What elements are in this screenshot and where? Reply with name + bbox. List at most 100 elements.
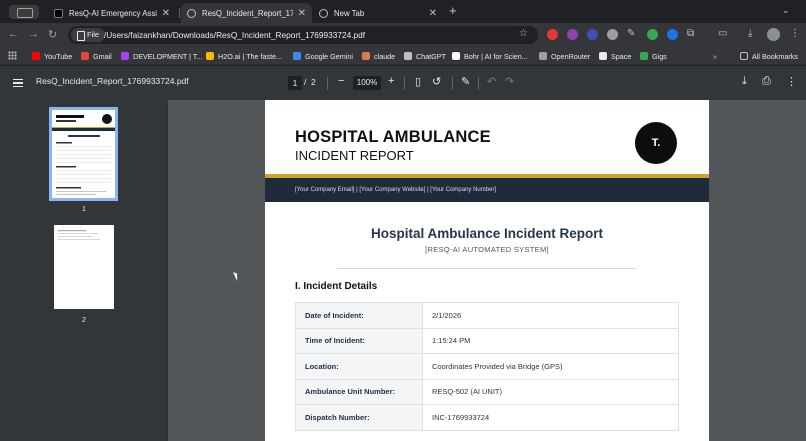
bookmark-label: Bohr | AI for Scien... [464, 51, 528, 61]
detail-label: Dispatch Number: [295, 404, 423, 431]
detail-label: Time of Incident: [295, 327, 423, 354]
bookmark-favicon-icon [362, 52, 370, 60]
detail-value: INC-1769933724 [422, 404, 679, 431]
detail-label: Ambulance Unit Number: [295, 378, 423, 405]
bookmark-label: OpenRouter [551, 51, 591, 61]
address-bar[interactable]: File /Users/faizankhan/Downloads/ResQ_In… [68, 26, 538, 44]
bookmark-label: DEVELOPMENT | T... [133, 51, 203, 61]
back-arrow-icon[interactable]: ← [8, 28, 19, 40]
report-header-title: HOSPITAL AMBULANCE [295, 128, 491, 146]
detail-value: 2/1/2026 [422, 302, 679, 329]
close-icon[interactable]: ✕ [162, 8, 170, 19]
print-icon[interactable]: ⎙ [762, 75, 771, 88]
close-icon[interactable]: ✕ [429, 8, 437, 19]
menu-dots-icon[interactable]: ⋮ [790, 28, 800, 39]
bookmark-label: Google Gemini [305, 51, 353, 61]
file-chip[interactable]: File [71, 28, 106, 42]
reload-icon[interactable]: ↻ [48, 28, 57, 41]
extension-red-icon[interactable] [547, 29, 558, 40]
zoom-out-button[interactable]: − [338, 75, 344, 87]
section-heading: I. Incident Details [295, 281, 378, 292]
tab-search-button[interactable] [9, 5, 39, 19]
bookmark-item[interactable]: claude [362, 50, 395, 62]
all-bookmarks-label: All Bookmarks [752, 51, 798, 61]
bookmark-item[interactable]: Bohr | AI for Scien... [452, 50, 528, 62]
incident-details-table: Date of Incident: 2/1/2026 Time of Inciden… [295, 302, 679, 431]
more-bookmarks-icon[interactable]: » [713, 50, 717, 62]
avatar[interactable] [767, 28, 780, 41]
bookmark-item[interactable]: Gmail [81, 50, 112, 62]
extension-blue2-icon[interactable] [667, 29, 678, 40]
extension-grey-icon[interactable] [607, 29, 618, 40]
bookmark-favicon-icon [640, 52, 648, 60]
folder-icon [740, 52, 748, 60]
tab-title: New Tab [334, 8, 365, 18]
bookmark-favicon-icon [206, 52, 214, 60]
menu-icon[interactable] [13, 79, 23, 87]
bookmark-item[interactable]: H2O.ai | The faste... [206, 50, 282, 62]
page-number-input[interactable]: 1 [288, 76, 302, 90]
bookmark-label: Gigs [652, 51, 667, 61]
extension-purple-icon[interactable] [567, 29, 578, 40]
extension-blue-icon[interactable] [587, 29, 598, 40]
fit-page-icon[interactable]: ▯ [415, 75, 421, 88]
pdf-file-title: ResQ_Incident_Report_1769933724.pdf [36, 76, 189, 86]
thumbnail-page-number: 1 [81, 204, 87, 213]
bookmark-favicon-icon [81, 52, 89, 60]
thumbnail-sidebar: 1 2 [0, 100, 168, 441]
all-bookmarks[interactable]: All Bookmarks [740, 50, 798, 62]
resq-favicon [54, 8, 63, 18]
extension-green-icon[interactable] [647, 29, 658, 40]
bookmark-item[interactable]: OpenRouter [539, 50, 590, 62]
detail-label: Date of Incident: [295, 302, 423, 329]
bookmark-item[interactable]: Space [599, 50, 631, 62]
bookmark-label: ChatGPT [416, 51, 446, 61]
detail-value: 1:15:24 PM [422, 327, 679, 354]
forward-arrow-icon[interactable]: → [28, 28, 39, 40]
document-viewport[interactable]: HOSPITAL AMBULANCE INCIDENT REPORT T. [Y… [168, 100, 806, 441]
more-actions-icon[interactable]: ⋮ [786, 75, 797, 88]
thumbnail-preview [58, 230, 100, 240]
address-url[interactable]: /Users/faizankhan/Downloads/ResQ_Inciden… [104, 26, 365, 44]
detail-value: Coordinates Provided via Bridge (GPS) [422, 353, 679, 380]
zoom-input[interactable]: 100% [353, 76, 381, 90]
page-total: 2 [311, 77, 316, 87]
star-icon[interactable]: ☆ [519, 28, 528, 39]
undo-icon[interactable]: ↶ [487, 75, 496, 88]
bookmark-item[interactable]: Gigs [640, 50, 667, 62]
download-icon[interactable]: ⤓ [748, 28, 752, 39]
redo-icon[interactable]: ↷ [505, 75, 514, 88]
tab-resq-assistant[interactable]: ResQ-AI Emergency Assistant ✕ [48, 3, 176, 23]
bookmark-item[interactable]: DEVELOPMENT | T... [121, 50, 203, 62]
tab-new-tab[interactable]: New Tab ✕ [313, 3, 443, 23]
thumbnail-page-1[interactable] [49, 107, 118, 201]
globe-icon [187, 8, 196, 18]
annotate-pen-icon[interactable]: ✎ [461, 75, 470, 88]
chrome-icon [319, 8, 328, 18]
rotate-icon[interactable]: ↺ [432, 75, 441, 88]
bookmark-item[interactable]: Google Gemini [293, 50, 353, 62]
toolbar-divider [478, 77, 479, 90]
cast-icon[interactable]: ▭ [718, 28, 727, 39]
pdf-toolbar: ResQ_Incident_Report_1769933724.pdf 1 / … [0, 66, 806, 100]
table-row: Dispatch Number: INC-1769933724 [295, 404, 679, 431]
bookmark-label: YouTube [44, 51, 73, 61]
table-row: Ambulance Unit Number: RESQ-502 (AI UNIT) [295, 378, 679, 405]
toolbar-divider [404, 77, 405, 90]
report-title: Hospital Ambulance Incident Report [370, 226, 604, 241]
tab-list-chevron-icon[interactable]: ⌄ [782, 5, 790, 16]
download-icon[interactable]: ⤓ [742, 75, 747, 88]
puzzle-icon[interactable]: ⧉ [687, 28, 694, 39]
pen-icon[interactable]: ✎ [627, 28, 635, 39]
bookmarks-bar: YouTube Gmail DEVELOPMENT | T... H2O.ai | T… [0, 47, 806, 65]
bookmark-item[interactable]: ChatGPT [404, 50, 446, 62]
bookmark-item[interactable]: YouTube [32, 50, 72, 62]
apps-grid-icon[interactable] [8, 51, 17, 60]
close-icon[interactable]: ✕ [298, 8, 306, 19]
bookmark-label: H2O.ai | The faste... [218, 51, 283, 61]
bookmark-favicon-icon [539, 52, 547, 60]
zoom-in-button[interactable]: + [388, 75, 394, 87]
new-tab-button[interactable]: + [449, 3, 457, 18]
thumbnail-page-2[interactable] [54, 225, 114, 309]
tab-incident-report-pdf[interactable]: ResQ_Incident_Report_1769933724.pdf ✕ [181, 3, 312, 23]
